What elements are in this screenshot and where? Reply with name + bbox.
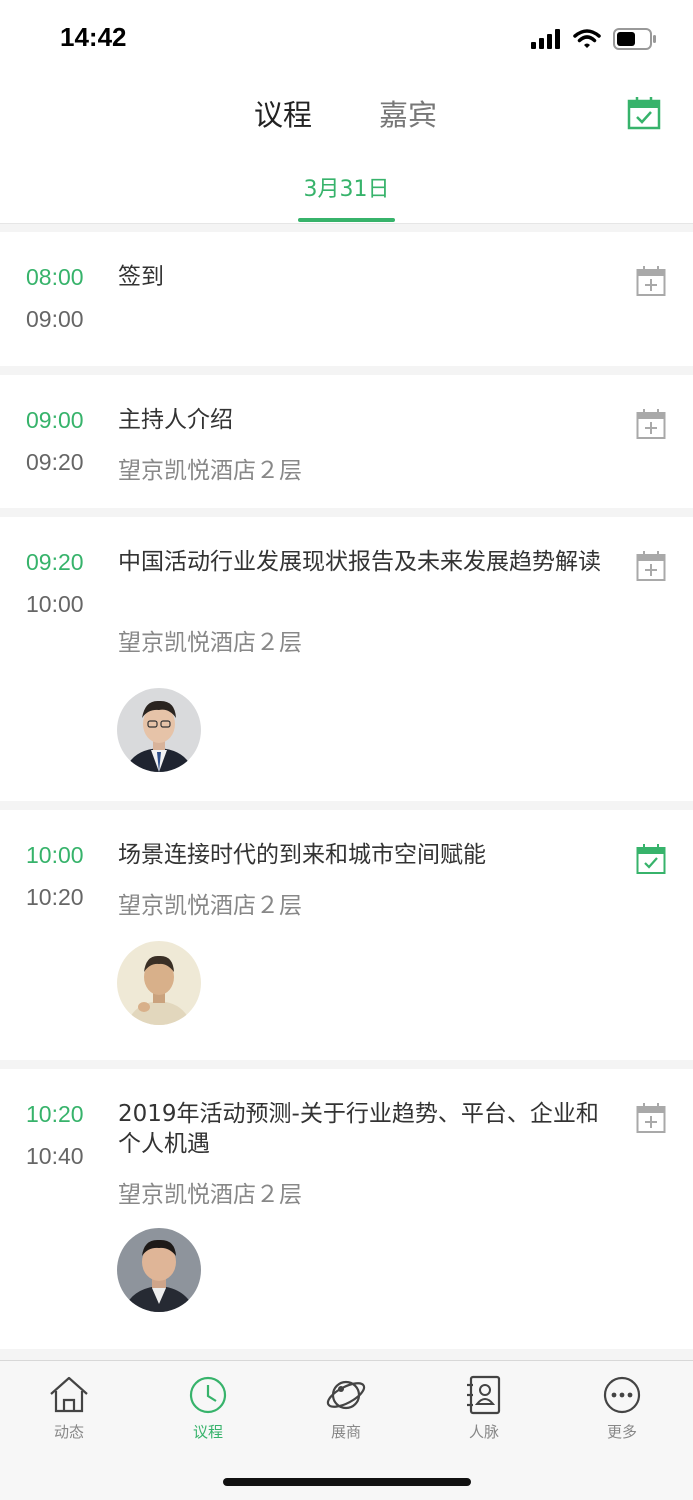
- agenda-item[interactable]: 09:20 10:00 中国活动行业发展现状报告及未来发展趋势解读 望京凯悦酒店…: [0, 517, 693, 801]
- more-dots-icon: [603, 1376, 641, 1414]
- tabbar-item-more[interactable]: 更多: [572, 1373, 672, 1442]
- start-time: 09:00: [26, 407, 84, 433]
- wifi-icon: [573, 29, 601, 48]
- home-icon: [50, 1376, 88, 1413]
- tabbar-item-feed[interactable]: 动态: [19, 1373, 119, 1442]
- calendar-add-icon[interactable]: [636, 1103, 666, 1133]
- session-location: 望京凯悦酒店２层: [118, 1182, 302, 1208]
- speaker-avatar[interactable]: [117, 688, 201, 772]
- calendar-add-icon[interactable]: [636, 409, 666, 439]
- session-title: 签到: [118, 264, 164, 290]
- agenda-item[interactable]: 10:20 10:40 2019年活动预测-关于行业趋势、平台、企业和个人机遇 …: [0, 1069, 693, 1349]
- session-location: 望京凯悦酒店２层: [118, 630, 302, 656]
- end-time: 09:00: [26, 306, 84, 332]
- calendar-add-icon[interactable]: [636, 266, 666, 296]
- tabbar-item-exhibitors[interactable]: 展商: [296, 1373, 396, 1442]
- speaker-avatar[interactable]: [117, 1228, 201, 1312]
- status-bar: 14:42: [0, 0, 693, 76]
- home-indicator[interactable]: [223, 1478, 471, 1486]
- session-location: 望京凯悦酒店２层: [118, 458, 302, 484]
- agenda-list: 08:00 09:00 签到 09:00 09:20 主持人介绍 望京凯悦酒店２…: [0, 232, 693, 1358]
- tab-agenda[interactable]: 议程: [254, 92, 312, 134]
- session-title: 场景连接时代的到来和城市空间赋能: [118, 842, 486, 868]
- end-time: 09:20: [26, 449, 84, 475]
- clock-icon: [189, 1376, 227, 1414]
- end-time: 10:00: [26, 591, 84, 617]
- calendar-check-icon[interactable]: [627, 96, 661, 130]
- end-time: 10:40: [26, 1143, 84, 1169]
- tabbar-item-agenda[interactable]: 议程: [158, 1373, 258, 1442]
- tabbar-label: 更多: [606, 1423, 637, 1441]
- tabbar-item-network[interactable]: 人脉: [434, 1373, 534, 1442]
- agenda-item[interactable]: 10:00 10:20 场景连接时代的到来和城市空间赋能 望京凯悦酒店２层: [0, 810, 693, 1060]
- speaker-avatar[interactable]: [117, 941, 201, 1025]
- start-time: 09:20: [26, 549, 84, 575]
- tab-guests[interactable]: 嘉宾: [379, 92, 437, 134]
- planet-icon: [326, 1380, 366, 1410]
- contacts-book-icon: [467, 1375, 501, 1415]
- session-title: 中国活动行业发展现状报告及未来发展趋势解读: [118, 549, 601, 575]
- calendar-add-icon[interactable]: [636, 551, 666, 581]
- status-time: 14:42: [60, 22, 127, 52]
- date-tab[interactable]: 3月31日: [0, 171, 693, 203]
- tabbar-label: 动态: [53, 1423, 84, 1441]
- end-time: 10:20: [26, 884, 84, 910]
- calendar-check-icon[interactable]: [636, 844, 666, 874]
- tabbar-label: 人脉: [468, 1423, 499, 1441]
- header: 议程 嘉宾 3月31日: [0, 76, 693, 224]
- battery-icon: [613, 28, 656, 50]
- session-title: 主持人介绍: [118, 407, 233, 433]
- session-location: 望京凯悦酒店２层: [118, 893, 302, 919]
- agenda-item[interactable]: 09:00 09:20 主持人介绍 望京凯悦酒店２层: [0, 375, 693, 508]
- session-title: 2019年活动预测-关于行业趋势、平台、企业和个人机遇: [118, 1101, 599, 1157]
- status-icons: [531, 24, 657, 54]
- tabbar-label: 议程: [192, 1423, 223, 1441]
- agenda-item[interactable]: 08:00 09:00 签到: [0, 232, 693, 366]
- cellular-signal-icon: [531, 29, 560, 49]
- tabbar-label: 展商: [330, 1423, 361, 1441]
- start-time: 08:00: [26, 264, 84, 290]
- date-tab-underline: [298, 218, 395, 222]
- start-time: 10:20: [26, 1101, 84, 1127]
- start-time: 10:00: [26, 842, 84, 868]
